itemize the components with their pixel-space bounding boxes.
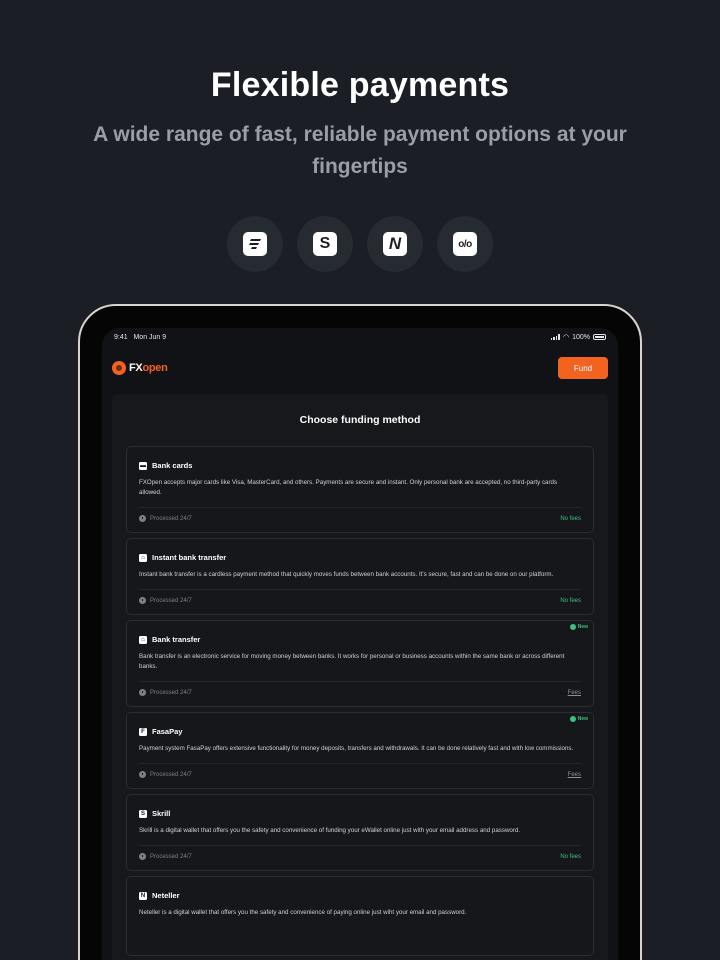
panel-title: Choose funding method: [299, 414, 421, 426]
clock-icon: [139, 689, 146, 696]
new-check-icon: [569, 624, 576, 630]
skrill-icon: S: [313, 232, 337, 256]
hero-title: Flexible payments: [210, 66, 510, 104]
method-description: Skrill is a digital wallet that offers y…: [139, 827, 521, 834]
neteller-icon: N: [383, 232, 407, 256]
signal-icon: [550, 334, 560, 340]
neteller-icon: N: [139, 891, 147, 900]
skrill-icon: S: [139, 809, 147, 818]
hero: Flexible payments A wide range of fast, …: [0, 0, 720, 183]
fee-label: No fees: [560, 853, 581, 860]
new-badge: New: [566, 715, 591, 723]
status-time: 9:41: [114, 333, 128, 341]
status-date: Mon Jun 9: [133, 333, 167, 341]
method-card-bank-cards[interactable]: ▬ Bank cards FXOpen accepts major cards …: [126, 446, 594, 533]
clock-icon: [139, 771, 146, 778]
clock-icon: [139, 597, 146, 604]
fee-label: No fees: [560, 597, 581, 604]
fees-link[interactable]: Fees: [568, 690, 581, 696]
neteller-icon-circle: N: [367, 216, 423, 272]
processed-text: Processed 24/7: [150, 515, 192, 522]
tablet-frame: 9:41 Mon Jun 9 ◠ 100% FXopen Fund Choose…: [78, 304, 642, 960]
method-card-fasapay[interactable]: New F FasaPay Payment system FasaPay off…: [126, 712, 594, 789]
new-check-icon: [569, 716, 576, 722]
method-description: Neteller is a digital wallet that offers…: [139, 909, 467, 916]
clock-icon: [139, 515, 146, 522]
clock-icon: [139, 853, 146, 860]
status-bar: 9:41 Mon Jun 9 ◠ 100%: [102, 328, 618, 346]
method-description: Bank transfer is an electronic service f…: [139, 653, 565, 670]
method-title: Neteller: [152, 891, 180, 900]
logo-mark-icon: [112, 361, 126, 375]
battery-percent: 100%: [572, 333, 590, 341]
fees-link[interactable]: Fees: [568, 772, 581, 778]
fund-button[interactable]: Fund: [558, 357, 608, 379]
funding-panel: Choose funding method ▬ Bank cards FXOpe…: [112, 394, 608, 960]
method-title: Skrill: [152, 809, 171, 818]
method-description: FXOpen accepts major cards like Visa, Ma…: [139, 479, 558, 496]
processed-text: Processed 24/7: [150, 597, 192, 604]
fasapay-icon: F: [139, 727, 147, 736]
new-badge: New: [566, 623, 591, 631]
method-description: Payment system FasaPay offers extensive …: [139, 745, 574, 752]
method-title: Bank transfer: [152, 635, 201, 644]
method-description: Instant bank transfer is a cardless paym…: [139, 571, 554, 578]
processed-text: Processed 24/7: [150, 689, 192, 696]
fee-label: No fees: [560, 515, 581, 522]
payment-icons-row: S N o/o: [0, 216, 720, 272]
battery-icon: [593, 334, 606, 340]
method-card-bank-transfer[interactable]: New ⌂ Bank transfer Bank transfer is an …: [126, 620, 594, 707]
fasapay-icon: [243, 232, 267, 256]
method-title: Instant bank transfer: [152, 553, 227, 562]
bank-icon: ⌂: [139, 553, 147, 562]
method-card-instant-bank-transfer[interactable]: ⌂ Instant bank transfer Instant bank tra…: [126, 538, 594, 615]
app-header: FXopen Fund: [102, 346, 618, 390]
skrill-icon-circle: S: [297, 216, 353, 272]
fasapay-icon-circle: [227, 216, 283, 272]
hero-subtitle: A wide range of fast, reliable payment o…: [93, 123, 627, 178]
method-card-neteller[interactable]: N Neteller Neteller is a digital wallet …: [126, 876, 594, 956]
card-icon: ▬: [139, 461, 147, 470]
processed-text: Processed 24/7: [150, 853, 192, 860]
perfect-money-icon-circle: o/o: [437, 216, 493, 272]
fxopen-logo[interactable]: FXopen: [112, 361, 168, 375]
method-title: FasaPay: [152, 727, 183, 736]
wifi-icon: ◠: [562, 334, 570, 341]
tablet-screen: 9:41 Mon Jun 9 ◠ 100% FXopen Fund Choose…: [102, 328, 618, 960]
method-card-skrill[interactable]: S Skrill Skrill is a digital wallet that…: [126, 794, 594, 871]
perfect-money-icon: o/o: [453, 232, 477, 256]
logo-prefix: FX: [129, 362, 143, 374]
bank-transfer-icon: ⌂: [139, 635, 147, 644]
logo-suffix: open: [142, 362, 168, 374]
processed-text: Processed 24/7: [150, 771, 192, 778]
method-title: Bank cards: [152, 461, 193, 470]
